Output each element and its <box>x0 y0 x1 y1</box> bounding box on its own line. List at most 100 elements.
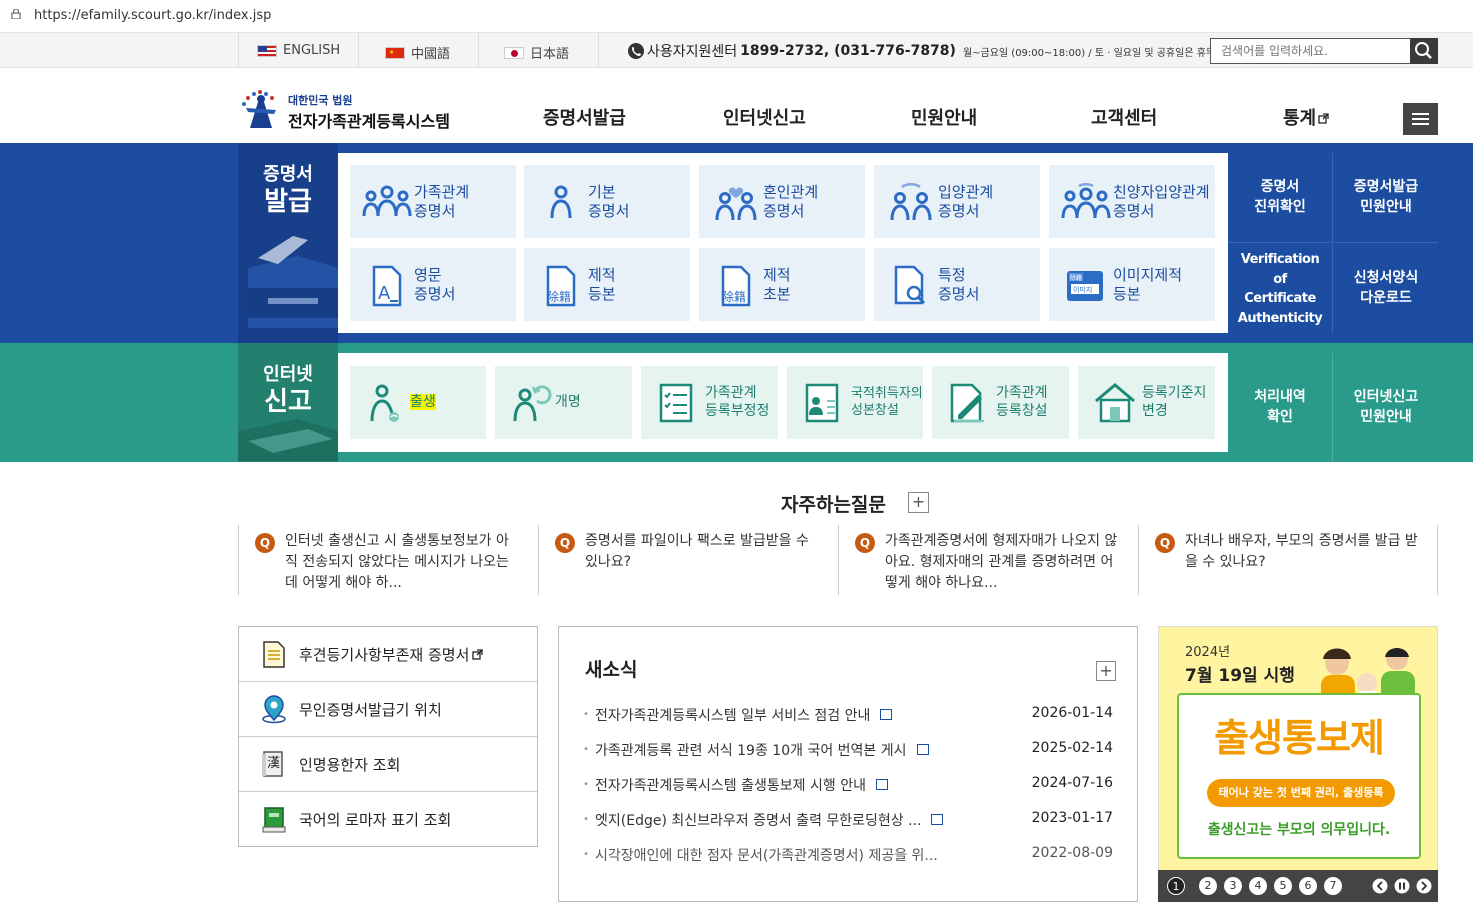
cert-english[interactable]: A 영문 증명서 <box>350 248 516 321</box>
promo-banner[interactable]: 2024년 7월 19일 시행 출생통보제 태어나 갖는 첫 번째 권리, 출생… <box>1158 626 1438 902</box>
page-info-icon[interactable] <box>10 9 22 19</box>
banner-page-6[interactable]: 6 <box>1299 877 1317 895</box>
next-arrow-icon[interactable] <box>1416 878 1432 894</box>
card-label-line2: 증명서 <box>1113 201 1155 220</box>
faq-item[interactable]: Q 증명서를 파일이나 팩스로 발급받을 수 있나요? <box>538 525 838 595</box>
search-box <box>1210 38 1438 64</box>
site-logo[interactable]: 대한민국 법원 전자가족관계등록시스템 <box>238 88 458 132</box>
news-item[interactable]: • 전자가족관계등록시스템 일부 서비스 점검 안내 2026-01-14 <box>583 705 1113 727</box>
banner-page-4[interactable]: 4 <box>1249 877 1267 895</box>
document-icon <box>263 641 285 668</box>
faq-more-button[interactable]: + <box>908 492 929 513</box>
card-label-line1: 제적 <box>588 265 616 284</box>
news-item[interactable]: • 가족관계등록 관련 서식 19종 10개 국어 번역본 게시 2025-02-1… <box>583 740 1113 762</box>
lang-japanese-label: 日本語 <box>530 47 570 62</box>
removed-register-icon: 除籍 <box>546 265 576 306</box>
pause-icon[interactable] <box>1394 878 1410 894</box>
prev-arrow-icon[interactable] <box>1372 878 1388 894</box>
news-item-title: 엣지(Edge) 최신브라우저 증명서 출력 무한로딩현상 ... <box>595 813 922 829</box>
verify-certificate-link[interactable]: 증명서 진위확인 <box>1228 153 1333 243</box>
quick-link-name-hanja[interactable]: 漢 인명용한자 조회 <box>239 737 537 792</box>
support-center-label: 사용자지원센터 <box>647 44 738 60</box>
certificate-guide-link[interactable]: 증명서발급 민원안내 <box>1334 153 1438 243</box>
quick-link-romanization[interactable]: 국어의 로마자 표기 조회 <box>239 792 537 847</box>
banner-page-3[interactable]: 3 <box>1224 877 1242 895</box>
report-birth[interactable]: 출생 <box>350 366 486 439</box>
rename-icon <box>513 384 552 421</box>
search-button[interactable] <box>1410 38 1438 64</box>
faq-item[interactable]: Q 가족관계증명서에 형제자매가 나오지 않아요. 형제자매의 관계를 증명하려면… <box>838 525 1138 595</box>
card-label-line1: 입양관계 <box>938 182 994 201</box>
search-icon <box>1415 42 1432 59</box>
banner-date: 7월 19일 시행 <box>1185 666 1295 686</box>
verification-english-link[interactable]: Verification of Certificate Authenticity <box>1228 244 1333 334</box>
news-item[interactable]: • 전자가족관계등록시스템 출생통보제 시행 안내 2024-07-16 <box>583 775 1113 797</box>
card-label-line2: 등록부정정 <box>705 402 770 419</box>
banner-page-7[interactable]: 7 <box>1324 877 1342 895</box>
faq-item[interactable]: Q 자녀나 배우자, 부모의 증명서를 발급 받을 수 있나요? <box>1138 525 1438 595</box>
news-item-title: 전자가족관계등록시스템 일부 서비스 점검 안내 <box>595 708 871 724</box>
faq-question: 인터넷 출생신고 시 출생통보정보가 아직 전송되지 않았다는 메시지가 나오는… <box>285 533 509 591</box>
cert-full-adoption[interactable]: 친양자입양관계 증명서 <box>1049 165 1215 238</box>
quick-link-label: 무인증명서발급기 위치 <box>299 700 442 719</box>
lang-english-link[interactable]: ENGLISH <box>257 43 340 58</box>
card-label-line2: 등본 <box>588 284 616 303</box>
cert-removed-abstract[interactable]: 除籍 제적 초본 <box>699 248 865 321</box>
card-label-line2: 증명서 <box>938 284 980 303</box>
cert-marriage[interactable]: 혼인관계 증명서 <box>699 165 865 238</box>
gnb-statistics[interactable]: 통계 <box>1283 104 1329 130</box>
form-download-link[interactable]: 신청서양식 다운로드 <box>1334 244 1438 334</box>
faq-title: 자주하는질문 <box>781 494 886 516</box>
card-label-line2: 증명서 <box>763 201 805 220</box>
cert-specific[interactable]: 특정 증명서 <box>874 248 1040 321</box>
quick-link-guardian-cert[interactable]: 후견등기사항부존재 증명서 <box>239 627 537 682</box>
cert-family-relation[interactable]: 가족관계 증명서 <box>350 165 516 238</box>
news-more-button[interactable]: + <box>1096 661 1116 681</box>
banner-page-5[interactable]: 5 <box>1274 877 1292 895</box>
news-item-date: 2025-02-14 <box>1031 740 1113 756</box>
gnb-certificate[interactable]: 증명서발급 <box>543 104 626 130</box>
card-label-line2: 증명서 <box>414 201 456 220</box>
cert-removed-copy[interactable]: 除籍 제적 등본 <box>524 248 690 321</box>
quick-link-kiosk-location[interactable]: 무인증명서발급기 위치 <box>239 682 537 737</box>
browser-url-bar[interactable]: https://efamily.scourt.go.kr/index.jsp <box>0 0 1473 33</box>
report-register-creation[interactable]: 가족관계 등록창설 <box>932 366 1069 439</box>
hamburger-icon <box>1412 113 1429 115</box>
jejeok-icon-text: 除籍 <box>547 289 571 304</box>
cert-image-removed[interactable]: 除籍 이미지 이미지제적 등본 <box>1049 248 1215 321</box>
news-item[interactable]: • 엣지(Edge) 최신브라우저 증명서 출력 무한로딩현상 ... 2023-0… <box>583 810 1113 832</box>
q-icon: Q <box>255 533 275 553</box>
section1-title-line2: 발급 <box>264 187 312 217</box>
quick-link-label: 인명용한자 조회 <box>299 755 401 774</box>
card-label-line1: 출생 <box>410 393 436 410</box>
lang-chinese-link[interactable]: ★ 中國語 <box>385 43 450 62</box>
edit-document-icon <box>950 383 984 422</box>
news-box: 새소식 + • 전자가족관계등록시스템 일부 서비스 점검 안내 2026-01-1… <box>558 626 1138 902</box>
gnb-customer-center[interactable]: 고객센터 <box>1091 104 1157 130</box>
cert-adoption[interactable]: 입양관계 증명서 <box>874 165 1040 238</box>
card-label-line1: 등록기준지 <box>1142 385 1207 401</box>
process-history-link[interactable]: 처리내역 확인 <box>1228 353 1333 462</box>
banner-page-1[interactable]: 1 <box>1167 877 1185 895</box>
cert-basic[interactable]: 기본 증명서 <box>524 165 690 238</box>
jejeok-icon-text: 除籍 <box>722 289 746 304</box>
gnb-civil-guide[interactable]: 민원안내 <box>911 104 977 130</box>
report-name-change[interactable]: 개명 <box>495 366 632 439</box>
report-naturalized-surname[interactable]: 국적취득자의 성본창설 <box>787 366 923 439</box>
q-icon: Q <box>1155 533 1175 553</box>
faq-item[interactable]: Q 인터넷 출생신고 시 출생통보정보가 아직 전송되지 않았다는 메시지가 나오… <box>238 525 538 595</box>
url-text[interactable]: https://efamily.scourt.go.kr/index.jsp <box>34 8 271 23</box>
all-menu-button[interactable] <box>1403 103 1438 135</box>
search-input[interactable] <box>1211 39 1411 63</box>
lang-japanese-link[interactable]: 日本語 <box>504 43 569 62</box>
internet-report-guide-link[interactable]: 인터넷신고 민원안내 <box>1334 353 1438 462</box>
news-item[interactable]: • 시각장애인에 대한 점자 문서(가족관계증명서) 제공을 위... 2022-0… <box>583 845 1113 867</box>
banner-page-2[interactable]: 2 <box>1199 877 1217 895</box>
faq-question: 가족관계증명서에 형제자매가 나오지 않아요. 형제자매의 관계를 증명하려면 … <box>885 533 1118 591</box>
magnifier-document-icon <box>894 265 926 304</box>
report-register-correction[interactable]: 가족관계 등록부정정 <box>641 366 778 439</box>
report-base-change[interactable]: 등록기준지 변경 <box>1078 366 1215 439</box>
gnb-internet-report[interactable]: 인터넷신고 <box>723 104 806 130</box>
support-phone-numbers: 1899-2732, (031-776-7878) <box>740 43 956 59</box>
news-item-title: 가족관계등록 관련 서식 19종 10개 국어 번역본 게시 <box>595 743 907 759</box>
